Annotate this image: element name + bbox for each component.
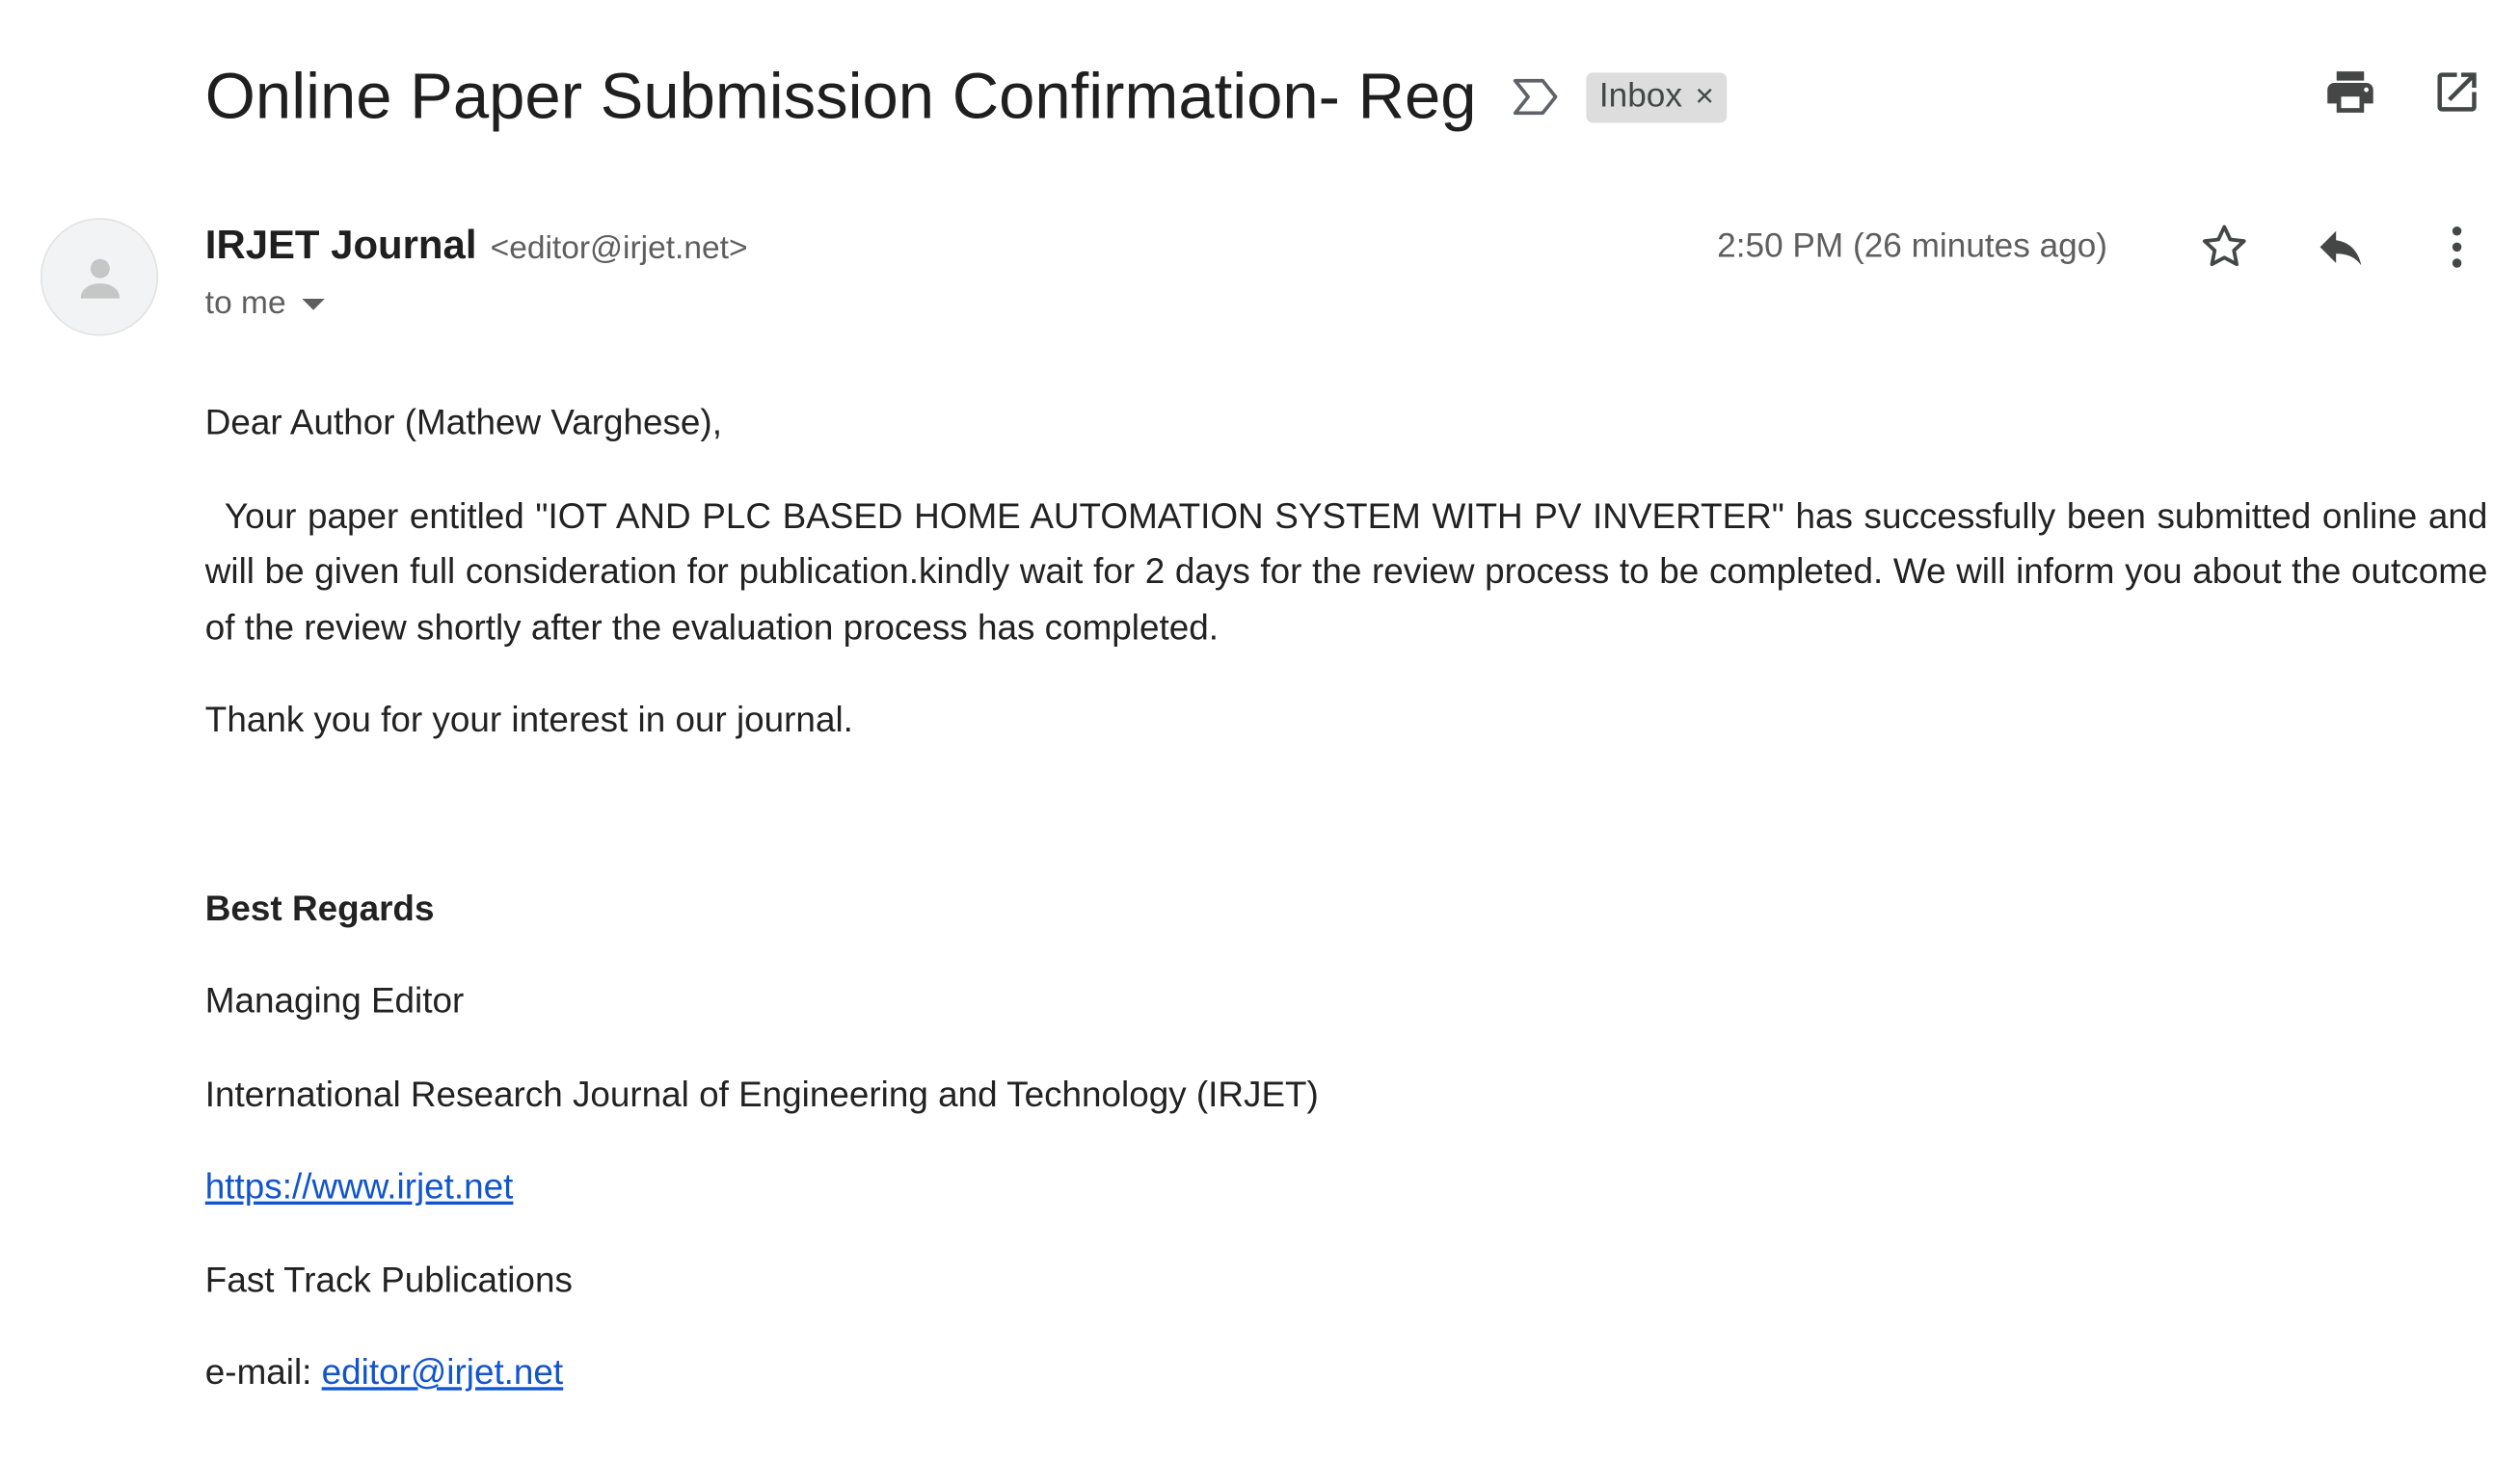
reply-icon[interactable] — [2313, 220, 2368, 275]
sender-avatar[interactable] — [41, 219, 157, 334]
signature-publisher: Fast Track Publications — [204, 1259, 573, 1300]
email-subject: Online Paper Submission Confirmation- Re… — [204, 61, 1477, 133]
open-in-new-window-icon[interactable] — [2429, 65, 2484, 120]
show-details-icon[interactable] — [302, 298, 325, 310]
sender-line: IRJET Journal <editor@irjet.net> — [205, 223, 748, 270]
thanks-line: Thank you for your interest in our journ… — [204, 699, 853, 740]
message-timestamp: 2:50 PM (26 minutes ago) — [1717, 227, 2108, 265]
sender-email: <editor@irjet.net> — [490, 230, 748, 267]
signature-regards: Best Regards — [204, 887, 435, 928]
recipients-line[interactable]: to me — [205, 286, 325, 324]
signature-title: Managing Editor — [204, 980, 465, 1021]
signature-email-line: e-mail: editor@irjet.net — [205, 1345, 2488, 1401]
more-vert-icon[interactable] — [2429, 220, 2484, 275]
thread-actions — [2323, 65, 2485, 120]
important-marker-icon[interactable] — [1512, 72, 1560, 120]
inbox-label-chip: Inbox × — [1586, 71, 1728, 122]
greeting: Dear Author (Mathew Varghese), — [204, 402, 722, 443]
star-icon[interactable] — [2197, 220, 2252, 275]
remove-label-icon[interactable]: × — [1695, 81, 1714, 114]
email-label: e-mail: — [204, 1351, 322, 1393]
email-link[interactable]: editor@irjet.net — [322, 1351, 564, 1392]
subject-row: Online Paper Submission Confirmation- Re… — [205, 55, 1728, 139]
avatar-person-icon — [79, 257, 120, 298]
sender-name[interactable]: IRJET Journal — [205, 223, 477, 268]
message-body: Dear Author (Mathew Varghese), Your pape… — [205, 396, 2488, 1439]
signature-organization: International Research Journal of Engine… — [204, 1073, 1319, 1114]
signature-website-line: https://www.irjet.net — [205, 1159, 2488, 1215]
recipients-text: to me — [204, 285, 286, 322]
body-paragraph: Your paper entitled "IOT AND PLC BASED H… — [204, 494, 2488, 648]
inbox-label-text: Inbox — [1598, 77, 1682, 115]
message-actions — [2197, 220, 2484, 275]
print-icon[interactable] — [2323, 65, 2378, 120]
website-link[interactable]: https://www.irjet.net — [205, 1166, 514, 1207]
email-view: Online Paper Submission Confirmation- Re… — [0, 0, 2520, 1461]
